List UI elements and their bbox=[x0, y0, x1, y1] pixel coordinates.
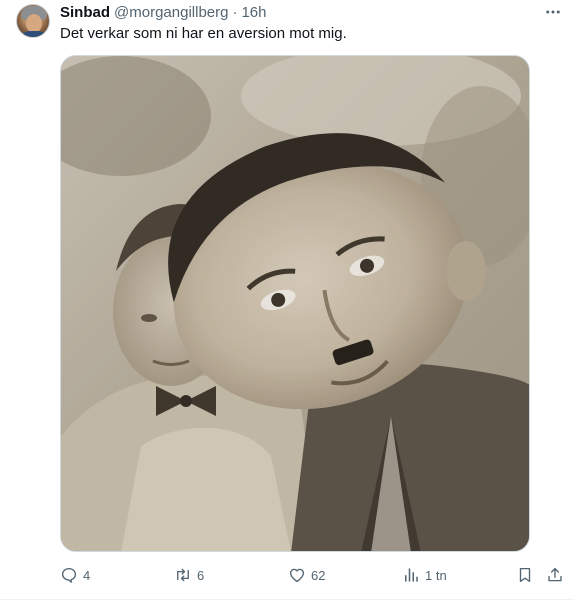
tweet-timestamp[interactable]: 16h bbox=[241, 3, 266, 23]
retweet-icon bbox=[177, 568, 189, 582]
heart-icon bbox=[289, 568, 305, 583]
header-separator: · bbox=[232, 4, 238, 21]
reply-button[interactable]: 4 bbox=[60, 562, 90, 588]
retweet-button[interactable]: 6 bbox=[174, 562, 204, 588]
tweet-header: Sinbad @morgangillberg · 16h bbox=[60, 3, 267, 23]
reply-icon bbox=[61, 567, 77, 583]
tweet-photo[interactable] bbox=[60, 55, 530, 552]
reply-count: 4 bbox=[83, 567, 91, 583]
more-options-button[interactable] bbox=[542, 2, 564, 22]
tweet-actions: 4 6 62 1 tn bbox=[60, 562, 570, 588]
retweet-count: 6 bbox=[197, 567, 205, 583]
tweet-card[interactable]: Sinbad @morgangillberg · 16h Det verkar … bbox=[0, 0, 574, 600]
photo-illustration bbox=[61, 56, 529, 551]
views-button[interactable]: 1 tn bbox=[402, 562, 447, 588]
like-button[interactable]: 62 bbox=[288, 562, 325, 588]
views-count: 1 tn bbox=[425, 567, 447, 583]
views-chart-icon bbox=[405, 568, 418, 582]
author-name[interactable]: Sinbad bbox=[60, 3, 110, 23]
like-count: 62 bbox=[311, 567, 326, 583]
bookmark-button[interactable] bbox=[516, 562, 534, 588]
share-icon bbox=[548, 567, 562, 582]
more-horizontal-icon bbox=[546, 10, 560, 14]
share-button[interactable] bbox=[546, 562, 564, 588]
tweet-text: Det verkar som ni har en aversion mot mi… bbox=[60, 25, 347, 42]
avatar[interactable] bbox=[16, 4, 50, 38]
author-handle[interactable]: @morgangillberg bbox=[114, 3, 228, 23]
bookmark-icon bbox=[519, 567, 531, 583]
